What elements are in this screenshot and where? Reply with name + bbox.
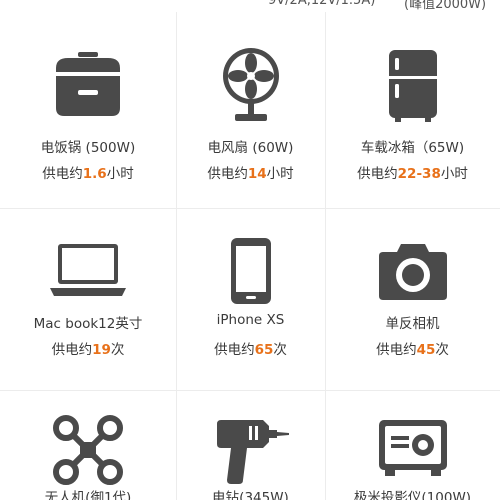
appliance-name: 无人机(御1代) bbox=[44, 490, 132, 500]
supply-unit: 小时 bbox=[106, 166, 134, 182]
supply-prefix: 供电约 bbox=[51, 342, 93, 358]
appliance-name: 极米投影仪(100W) bbox=[353, 490, 472, 500]
supply-value: 19 bbox=[92, 342, 111, 358]
appliance-name: 电钻(345W) bbox=[212, 490, 289, 500]
appliance-name: 单反相机 bbox=[385, 316, 440, 332]
appliance-card-camera: 单反相机 供电约45次 bbox=[325, 208, 500, 390]
supply-prefix: 供电约 bbox=[214, 342, 255, 358]
projector-icon bbox=[373, 410, 453, 490]
top-strip: 9V/2A,12V/1.5A) (峰值2000W) bbox=[0, 0, 500, 10]
supply-info: 供电约19次 bbox=[0, 338, 176, 358]
supply-value: 45 bbox=[416, 342, 436, 358]
rice-cooker-icon bbox=[48, 46, 128, 126]
supply-info: 供电约14小时 bbox=[176, 162, 325, 182]
top-right-text: (峰值2000W) bbox=[404, 0, 487, 10]
laptop-icon bbox=[48, 230, 128, 310]
supply-info: 供电约65次 bbox=[176, 338, 325, 358]
supply-value: 65 bbox=[254, 342, 274, 358]
supply-info: 供电约1.6小时 bbox=[0, 162, 176, 182]
appliance-card-fridge: 车载冰箱（65W) 供电约22-38小时 bbox=[325, 12, 500, 208]
appliance-name: iPhone XS bbox=[216, 312, 285, 328]
appliance-name: 车载冰箱（65W) bbox=[360, 140, 465, 156]
phone-icon bbox=[211, 230, 291, 310]
appliance-name: 电饭锅 (500W) bbox=[40, 140, 136, 156]
appliance-card-fan: 电风扇 (60W) 供电约14小时 bbox=[176, 12, 325, 208]
appliance-name: 电风扇 (60W) bbox=[207, 140, 294, 156]
drone-icon bbox=[48, 410, 128, 490]
supply-prefix: 供电约 bbox=[376, 342, 417, 358]
supply-value: 1.6 bbox=[82, 166, 107, 182]
drill-icon bbox=[211, 410, 291, 490]
supply-value: 14 bbox=[247, 166, 267, 182]
supply-unit: 次 bbox=[435, 342, 449, 358]
top-left-text: 9V/2A,12V/1.5A) bbox=[268, 0, 376, 8]
appliance-card-phone: iPhone XS 供电约65次 bbox=[176, 208, 325, 390]
supply-prefix: 供电约 bbox=[207, 166, 248, 182]
supply-prefix: 供电约 bbox=[357, 166, 398, 182]
fridge-icon bbox=[373, 46, 453, 126]
supply-info: 供电约22-38小时 bbox=[325, 162, 500, 182]
supply-unit: 次 bbox=[110, 342, 125, 358]
supply-info: 供电约45次 bbox=[325, 338, 500, 358]
supply-unit: 次 bbox=[273, 342, 287, 358]
supply-prefix: 供电约 bbox=[42, 166, 83, 182]
appliance-card-rice-cooker: 电饭锅 (500W) 供电约1.6小时 bbox=[0, 12, 176, 208]
appliance-card-projector: 极米投影仪(100W) bbox=[325, 390, 500, 500]
appliance-card-drone: 无人机(御1代) bbox=[0, 390, 176, 500]
supply-unit: 小时 bbox=[440, 166, 468, 182]
supply-value: 22-38 bbox=[397, 166, 441, 182]
fan-icon bbox=[211, 46, 291, 126]
camera-icon bbox=[373, 230, 453, 310]
appliance-card-drill: 电钻(345W) bbox=[176, 390, 325, 500]
supply-unit: 小时 bbox=[266, 166, 294, 182]
appliance-card-laptop: Mac book12英寸 供电约19次 bbox=[0, 208, 176, 390]
appliance-name: Mac book12英寸 bbox=[33, 316, 143, 332]
